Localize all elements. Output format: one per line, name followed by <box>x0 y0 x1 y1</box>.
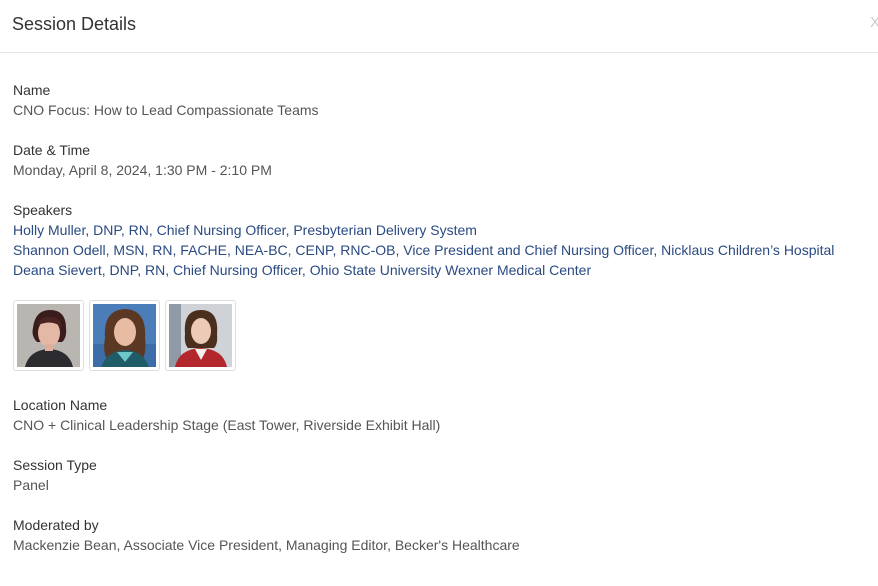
session-type-label: Session Type <box>13 457 97 473</box>
moderator-label: Moderated by <box>13 517 99 533</box>
speaker-link-deana-sievert[interactable]: Deana Sievert, DNP, RN, Chief Nursing Of… <box>13 260 834 280</box>
speakers-label: Speakers <box>13 202 73 218</box>
speaker-photo-deana-sievert[interactable] <box>165 300 236 371</box>
close-button[interactable]: X <box>870 15 878 31</box>
session-name: CNO Focus: How to Lead Compassionate Tea… <box>13 102 319 118</box>
datetime-label: Date & Time <box>13 142 91 158</box>
moderator-field: Moderated by Mackenzie Bean, Associate V… <box>13 515 520 555</box>
speaker-avatar-image <box>93 304 156 367</box>
session-location: CNO + Clinical Leadership Stage (East To… <box>13 417 441 433</box>
session-type: Panel <box>13 477 49 493</box>
speakers-field: Speakers Holly Muller, DNP, RN, Chief Nu… <box>13 200 834 280</box>
location-label: Location Name <box>13 397 108 413</box>
speaker-avatar-image <box>169 304 232 367</box>
dialog-title: Session Details <box>12 14 137 34</box>
speaker-link-holly-muller[interactable]: Holly Muller, DNP, RN, Chief Nursing Off… <box>13 220 834 240</box>
speaker-link-shannon-odell[interactable]: Shannon Odell, MSN, RN, FACHE, NEA-BC, C… <box>13 240 834 260</box>
datetime-field: Date & Time Monday, April 8, 2024, 1:30 … <box>13 140 272 180</box>
dialog-header: Session Details X <box>0 0 878 53</box>
location-field: Location Name CNO + Clinical Leadership … <box>13 395 440 435</box>
session-datetime: Monday, April 8, 2024, 1:30 PM - 2:10 PM <box>13 162 272 178</box>
session-type-field: Session Type Panel <box>13 455 97 495</box>
speaker-photos <box>13 300 241 371</box>
speaker-photo-shannon-odell[interactable] <box>89 300 160 371</box>
session-moderator: Mackenzie Bean, Associate Vice President… <box>13 537 520 553</box>
name-field: Name CNO Focus: How to Lead Compassionat… <box>13 80 319 120</box>
speaker-avatar-image <box>17 304 80 367</box>
speaker-photo-holly-muller[interactable] <box>13 300 84 371</box>
name-label: Name <box>13 82 51 98</box>
